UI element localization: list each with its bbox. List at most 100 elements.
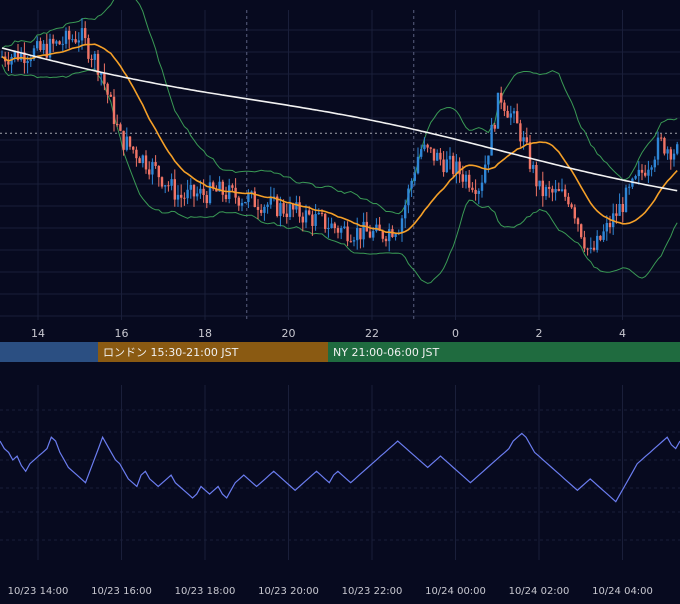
candle-body <box>202 188 205 196</box>
candle-body <box>74 39 77 43</box>
candle-body <box>580 224 583 238</box>
candle-body <box>244 202 247 204</box>
candle-body <box>176 194 180 200</box>
candle-body <box>564 189 567 197</box>
candle-body <box>608 222 612 228</box>
x-tick-label: 10/23 20:00 <box>258 586 319 597</box>
x-tick-label: 18 <box>198 327 212 340</box>
candle-body <box>55 41 58 44</box>
price-grid <box>0 10 680 320</box>
x-axis-band <box>0 320 680 342</box>
candle-body <box>464 174 468 182</box>
candle-body <box>167 185 170 187</box>
candle-body <box>151 162 154 175</box>
session-segment <box>0 342 98 362</box>
candle-body <box>404 205 407 219</box>
candle-body <box>340 228 343 233</box>
candle-body <box>343 226 346 229</box>
candle-body <box>180 194 183 198</box>
candle-body <box>116 124 119 126</box>
candle-body <box>52 38 55 44</box>
candle-body <box>557 189 560 191</box>
candle-body <box>384 238 388 242</box>
candle-body <box>538 180 541 187</box>
candle-body <box>388 229 391 242</box>
candle-body <box>349 241 352 243</box>
candle-body <box>29 59 32 62</box>
candle-body <box>311 214 314 226</box>
candle-body <box>375 224 378 232</box>
candle-body <box>512 111 516 114</box>
session-label: NY 21:00-06:00 JST <box>333 346 440 359</box>
candle-body <box>596 235 599 250</box>
x-tick-label: 10/24 04:00 <box>592 586 653 597</box>
candle-body <box>346 226 349 242</box>
candle-body <box>589 247 592 250</box>
x-tick-label: 14 <box>31 327 45 340</box>
candle-body <box>669 149 672 160</box>
candle-body <box>490 124 493 156</box>
bollinger-bands <box>1 0 678 284</box>
candle-body <box>173 179 176 200</box>
candle-body <box>135 149 138 159</box>
candle-body <box>429 147 432 149</box>
candles <box>0 18 679 256</box>
bollinger-lower <box>1 64 678 284</box>
candle-body <box>484 164 487 183</box>
candle-body <box>154 162 157 166</box>
candle-body <box>637 169 640 177</box>
candle-body <box>544 187 548 197</box>
candle-body <box>80 28 84 41</box>
candle-body <box>477 190 480 194</box>
candle-body <box>647 169 650 176</box>
candle-body <box>260 209 263 213</box>
candle-body <box>644 172 647 176</box>
candle-body <box>317 212 320 215</box>
candle-body <box>676 144 679 154</box>
candle-body <box>423 144 426 150</box>
candle-body <box>493 124 496 129</box>
moving-averages <box>1 43 678 235</box>
candle-body <box>279 203 282 216</box>
candle-body <box>295 202 298 210</box>
candle-body <box>71 39 74 41</box>
candle-body <box>119 124 122 131</box>
candle-body <box>618 204 621 216</box>
candle-body <box>144 155 148 170</box>
candle-body <box>362 221 365 240</box>
candle-body <box>516 111 519 124</box>
session-label: ロンドン 15:30-21:00 JST <box>103 346 239 359</box>
candle-body <box>266 204 269 207</box>
x-tick-label: 10/23 22:00 <box>342 586 403 597</box>
x-tick-label: 0 <box>452 327 459 340</box>
candle-body <box>61 43 64 45</box>
candle-body <box>528 142 532 169</box>
candle-body <box>410 180 413 189</box>
candle-body <box>224 194 228 199</box>
candle-body <box>352 240 356 242</box>
candle-body <box>436 152 439 161</box>
candle-body <box>586 248 589 250</box>
price-x-axis: 14 16 18 20 22 0 2 4 <box>0 320 680 342</box>
candle-body <box>231 185 234 188</box>
candle-body <box>164 185 167 187</box>
candle-body <box>660 137 663 139</box>
candle-body <box>132 146 135 150</box>
candle-body <box>109 94 112 97</box>
x-tick-label: 10/23 18:00 <box>175 586 236 597</box>
candle-body <box>112 96 116 125</box>
candle-body <box>650 167 653 170</box>
candle-body <box>256 206 260 210</box>
x-tick-label: 10/23 14:00 <box>8 586 69 597</box>
candle-body <box>560 189 564 191</box>
x-tick-label: 4 <box>619 327 626 340</box>
candle-body <box>592 247 596 250</box>
candle-body <box>368 231 372 238</box>
candle-body <box>468 174 471 188</box>
candle-body <box>372 231 375 238</box>
candle-body <box>240 202 244 206</box>
candle-body <box>624 187 628 212</box>
candle-body <box>503 102 506 111</box>
candle-body <box>68 30 71 40</box>
candle-body <box>532 164 535 169</box>
